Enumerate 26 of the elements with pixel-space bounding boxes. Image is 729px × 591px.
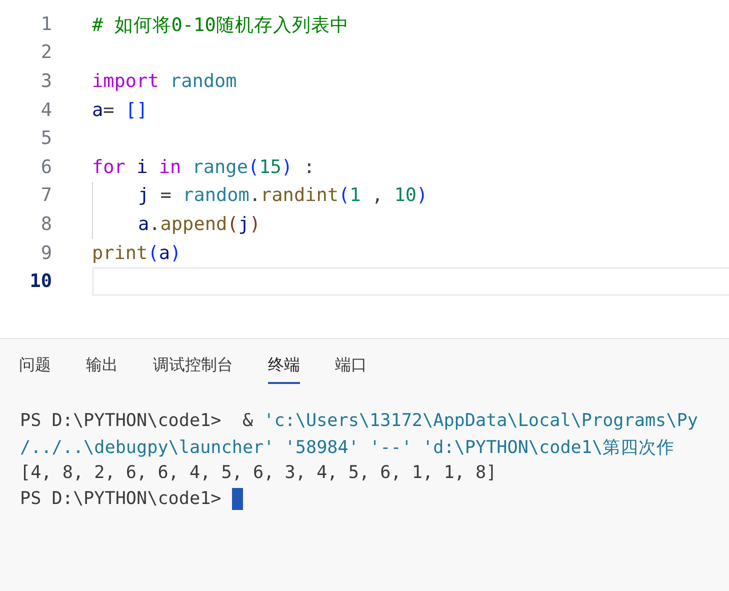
panel-tab[interactable]: 输出 <box>86 351 118 384</box>
line-number: 2 <box>40 42 52 64</box>
line-number: 7 <box>40 185 52 206</box>
line-number: 6 <box>40 156 52 178</box>
code-line: import random <box>92 70 238 94</box>
panel-tab[interactable]: 问题 <box>19 351 51 384</box>
panel-tab[interactable]: 调试控制台 <box>153 351 233 384</box>
line-number: 4 <box>40 100 52 121</box>
code-line: for i in range(15) : <box>92 156 316 180</box>
line-number: 9 <box>40 242 52 264</box>
line-number: 5 <box>40 128 52 150</box>
code-line: a.append(j) <box>92 210 729 239</box>
terminal-line: [4, 8, 2, 6, 6, 4, 5, 6, 3, 4, 5, 6, 1, 1, 8] <box>20 463 497 483</box>
code-line: print(a) <box>92 242 182 266</box>
line-number: 10 <box>28 271 52 292</box>
terminal-line: PS D:\PYTHON\code1> & 'c:\Users\13172\AppData\Local\Programs\Py <box>20 411 698 431</box>
line-number: 8 <box>40 214 52 235</box>
terminal-line: /../..\debugpy\launcher' '58984' '--' 'd:\PYTHON\code1\第四次作 <box>20 437 675 459</box>
panel-tab[interactable]: 终端 <box>268 351 300 384</box>
code-line: a= [] <box>92 98 149 123</box>
terminal-line: PS D:\PYTHON\code1> <box>20 489 222 509</box>
code-line: # 如何将0-10随机存入列表中 <box>92 14 350 38</box>
line-number: 1 <box>40 14 52 35</box>
code-line: j = random.randint(1 , 10) <box>92 182 729 210</box>
panel-tab[interactable]: 端口 <box>335 351 367 384</box>
line-number: 3 <box>40 70 52 92</box>
